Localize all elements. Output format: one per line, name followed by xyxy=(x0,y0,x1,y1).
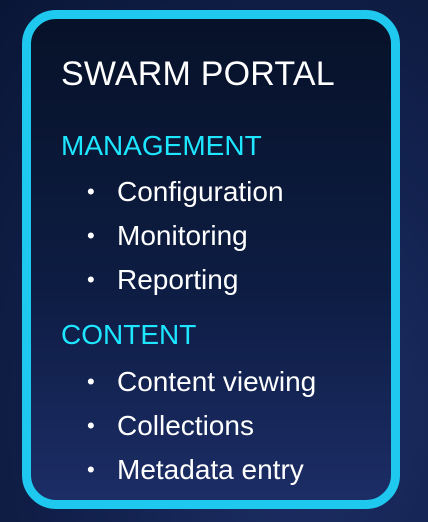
list-item-collections: • Collections xyxy=(87,404,316,448)
list-item-metadata-entry: • Metadata entry xyxy=(87,448,316,492)
list-item-label: Reporting xyxy=(117,264,239,295)
list-item-label: Collections xyxy=(117,410,254,441)
bullet-icon: • xyxy=(87,413,95,438)
list-item-label: Metadata entry xyxy=(117,454,304,485)
list-item-content-viewing: • Content viewing xyxy=(87,360,316,404)
section-heading-content: CONTENT xyxy=(61,319,197,350)
section-heading-management: MANAGEMENT xyxy=(61,130,262,161)
content-list: • Content viewing • Collections • Metada… xyxy=(87,360,316,492)
bullet-icon: • xyxy=(87,179,95,204)
bullet-icon: • xyxy=(87,457,95,482)
list-item-label: Configuration xyxy=(117,176,284,207)
list-item-monitoring: • Monitoring xyxy=(87,214,284,258)
list-item-label: Content viewing xyxy=(117,366,317,397)
bullet-icon: • xyxy=(87,267,95,292)
list-item-configuration: • Configuration xyxy=(87,170,284,214)
bullet-icon: • xyxy=(87,369,95,394)
portal-card: SWARM PORTAL MANAGEMENT • Configuration … xyxy=(22,10,400,509)
list-item-reporting: • Reporting xyxy=(87,258,284,302)
bullet-icon: • xyxy=(87,223,95,248)
portal-title: SWARM PORTAL xyxy=(61,55,335,93)
list-item-label: Monitoring xyxy=(117,220,248,251)
management-list: • Configuration • Monitoring • Reporting xyxy=(87,170,284,302)
